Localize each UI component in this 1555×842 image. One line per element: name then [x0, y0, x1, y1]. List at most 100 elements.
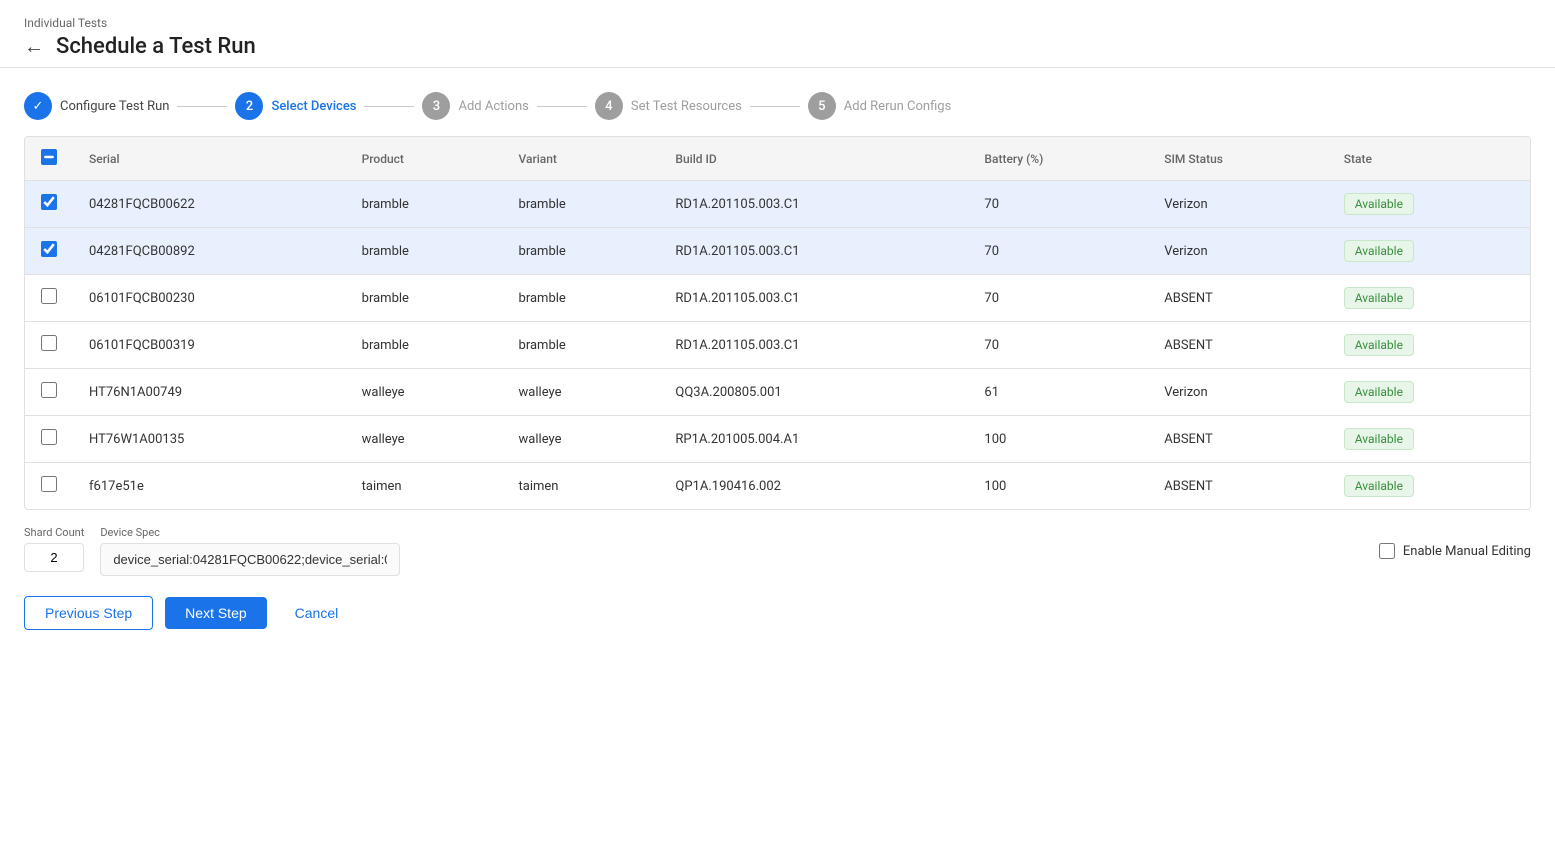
cancel-button[interactable]: Cancel — [279, 597, 355, 629]
cell-serial-6: f617e51e — [73, 463, 346, 510]
step-2-label: Select Devices — [271, 99, 356, 114]
select-all-checkbox[interactable] — [41, 149, 57, 165]
cell-state-2: Available — [1328, 275, 1530, 322]
step-4: 4 Set Test Resources — [595, 92, 742, 120]
cell-variant-0: bramble — [503, 181, 660, 228]
row-checkbox-4[interactable] — [41, 382, 57, 398]
step-1: ✓ Configure Test Run — [24, 92, 169, 120]
table-row[interactable]: 06101FQCB00319bramblebrambleRD1A.201105.… — [25, 322, 1530, 369]
cell-state-0: Available — [1328, 181, 1530, 228]
step-connector-2 — [364, 106, 414, 107]
device-spec-field: Device Spec — [100, 526, 400, 576]
cell-variant-4: walleye — [503, 369, 660, 416]
cell-serial-3: 06101FQCB00319 — [73, 322, 346, 369]
cell-product-0: bramble — [346, 181, 503, 228]
cell-product-6: taimen — [346, 463, 503, 510]
status-badge-6: Available — [1344, 475, 1414, 497]
step-5: 5 Add Rerun Configs — [808, 92, 952, 120]
step-2: 2 Select Devices — [235, 92, 356, 120]
status-badge-1: Available — [1344, 240, 1414, 262]
col-header-5: Battery (%) — [968, 137, 1148, 181]
cell-variant-3: bramble — [503, 322, 660, 369]
cell-variant-1: bramble — [503, 228, 660, 275]
row-checkbox-0[interactable] — [41, 194, 57, 210]
cell-build_id-1: RD1A.201105.003.C1 — [659, 228, 968, 275]
shard-count-field: Shard Count — [24, 526, 84, 572]
device-spec-input[interactable] — [100, 543, 400, 576]
col-header-0 — [25, 137, 73, 181]
shard-count-input[interactable] — [24, 543, 84, 572]
col-header-6: SIM Status — [1148, 137, 1328, 181]
status-badge-5: Available — [1344, 428, 1414, 450]
page-header: Individual Tests ← Schedule a Test Run — [0, 0, 1555, 68]
cell-product-4: walleye — [346, 369, 503, 416]
table-row[interactable]: 04281FQCB00892bramblebrambleRD1A.201105.… — [25, 228, 1530, 275]
cell-serial-0: 04281FQCB00622 — [73, 181, 346, 228]
row-checkbox-1[interactable] — [41, 241, 57, 257]
enable-manual-row: Enable Manual Editing — [1379, 543, 1531, 559]
cell-battery-0: 70 — [968, 181, 1148, 228]
cell-battery-2: 70 — [968, 275, 1148, 322]
cell-battery-6: 100 — [968, 463, 1148, 510]
shard-count-label: Shard Count — [24, 526, 84, 539]
cell-build_id-0: RD1A.201105.003.C1 — [659, 181, 968, 228]
cell-sim_status-1: Verizon — [1148, 228, 1328, 275]
step-3: 3Add Actions — [422, 92, 528, 120]
cell-variant-5: walleye — [503, 416, 660, 463]
stepper: ✓ Configure Test Run 2 Select Devices 3Add A… — [0, 68, 1555, 136]
table-row[interactable]: 06101FQCB00230bramblebrambleRD1A.201105.… — [25, 275, 1530, 322]
cell-build_id-3: RD1A.201105.003.C1 — [659, 322, 968, 369]
previous-step-button[interactable]: Previous Step — [24, 596, 153, 630]
row-checkbox-2[interactable] — [41, 288, 57, 304]
cell-serial-4: HT76N1A00749 — [73, 369, 346, 416]
step-5-circle: 5 — [808, 92, 836, 120]
enable-manual-label: Enable Manual Editing — [1403, 544, 1531, 559]
step-4-label: Set Test Resources — [631, 99, 742, 114]
footer-area: Shard Count Device Spec Enable Manual Ed… — [0, 510, 1555, 654]
page-title: Schedule a Test Run — [56, 34, 256, 59]
cell-product-1: bramble — [346, 228, 503, 275]
status-badge-4: Available — [1344, 381, 1414, 403]
cell-product-5: walleye — [346, 416, 503, 463]
button-row: Previous Step Next Step Cancel — [24, 588, 1531, 638]
step-5-label: Add Rerun Configs — [844, 99, 952, 114]
cell-build_id-6: QP1A.190416.002 — [659, 463, 968, 510]
status-badge-0: Available — [1344, 193, 1414, 215]
step-4-circle: 4 — [595, 92, 623, 120]
step-2-circle: 2 — [235, 92, 263, 120]
cell-product-2: bramble — [346, 275, 503, 322]
device-table: SerialProductVariantBuild IDBattery (%)S… — [25, 137, 1530, 509]
next-step-button[interactable]: Next Step — [165, 597, 266, 629]
table-row[interactable]: HT76W1A00135walleyewalleyeRP1A.201005.00… — [25, 416, 1530, 463]
cell-battery-1: 70 — [968, 228, 1148, 275]
cell-battery-4: 61 — [968, 369, 1148, 416]
step-connector-3 — [537, 106, 587, 107]
step-1-label: Configure Test Run — [60, 99, 169, 114]
table-row[interactable]: f617e51etaimentaimenQP1A.190416.002100AB… — [25, 463, 1530, 510]
back-button[interactable]: ← — [24, 34, 44, 59]
step-3-circle: 3 — [422, 92, 450, 120]
col-header-7: State — [1328, 137, 1530, 181]
cell-battery-5: 100 — [968, 416, 1148, 463]
row-checkbox-5[interactable] — [41, 429, 57, 445]
cell-variant-6: taimen — [503, 463, 660, 510]
status-badge-2: Available — [1344, 287, 1414, 309]
enable-manual-checkbox[interactable] — [1379, 543, 1395, 559]
cell-build_id-4: QQ3A.200805.001 — [659, 369, 968, 416]
cell-variant-2: bramble — [503, 275, 660, 322]
col-header-2: Product — [346, 137, 503, 181]
step-1-circle: ✓ — [24, 92, 52, 120]
cell-state-4: Available — [1328, 369, 1530, 416]
col-header-3: Variant — [503, 137, 660, 181]
cell-battery-3: 70 — [968, 322, 1148, 369]
row-checkbox-6[interactable] — [41, 476, 57, 492]
table-row[interactable]: 04281FQCB00622bramblebrambleRD1A.201105.… — [25, 181, 1530, 228]
cell-sim_status-0: Verizon — [1148, 181, 1328, 228]
table-row[interactable]: HT76N1A00749walleyewalleyeQQ3A.200805.00… — [25, 369, 1530, 416]
device-spec-label: Device Spec — [100, 526, 400, 539]
cell-build_id-2: RD1A.201105.003.C1 — [659, 275, 968, 322]
cell-serial-2: 06101FQCB00230 — [73, 275, 346, 322]
cell-serial-1: 04281FQCB00892 — [73, 228, 346, 275]
step-connector-4 — [750, 106, 800, 107]
row-checkbox-3[interactable] — [41, 335, 57, 351]
